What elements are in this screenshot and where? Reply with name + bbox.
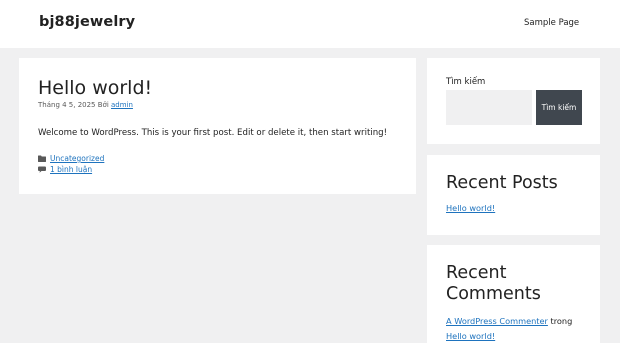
post-date: Tháng 4 5, 2025 xyxy=(38,101,96,109)
post-author-link[interactable]: admin xyxy=(111,101,133,109)
site-title[interactable]: bj88jewelry xyxy=(39,14,135,30)
category-link[interactable]: Uncategorized xyxy=(50,154,104,163)
comments-link[interactable]: 1 bình luận xyxy=(50,165,92,174)
recent-posts-widget: Recent Posts Hello world! xyxy=(427,155,600,235)
recent-post-link[interactable]: Hello world! xyxy=(446,203,495,213)
post-categories: Uncategorized xyxy=(38,154,104,163)
search-widget: Tìm kiếm Tìm kiếm xyxy=(427,58,600,144)
recent-comment-item: A WordPress Commenter trong xyxy=(446,316,572,326)
recent-posts-title: Recent Posts xyxy=(446,173,558,193)
post-content: Welcome to WordPress. This is your first… xyxy=(38,128,388,138)
search-input[interactable] xyxy=(446,90,532,125)
post-by: Bởi xyxy=(97,101,109,109)
folder-icon xyxy=(38,155,46,162)
comment-post-link[interactable]: Hello world! xyxy=(446,331,495,341)
nav-item-sample-page[interactable]: Sample Page xyxy=(524,18,579,28)
post-article: Hello world! Tháng 4 5, 2025 Bởi admin W… xyxy=(19,58,416,194)
comment-icon xyxy=(38,166,46,173)
comment-author-link[interactable]: A WordPress Commenter xyxy=(446,316,548,326)
site-header: bj88jewelry Sample Page xyxy=(0,0,620,48)
search-label: Tìm kiếm xyxy=(446,77,486,87)
post-meta: Tháng 4 5, 2025 Bởi admin xyxy=(38,101,133,109)
search-button[interactable]: Tìm kiếm xyxy=(536,90,582,125)
recent-comments-title: Recent Comments xyxy=(446,263,541,304)
post-title[interactable]: Hello world! xyxy=(38,77,152,99)
comment-on-text: trong xyxy=(550,316,573,326)
recent-comments-widget: Recent Comments A WordPress Commenter tr… xyxy=(427,245,600,343)
post-comments: 1 bình luận xyxy=(38,165,92,174)
